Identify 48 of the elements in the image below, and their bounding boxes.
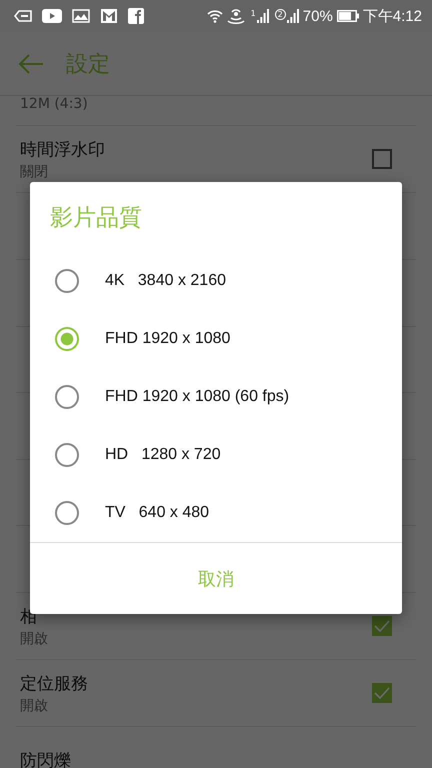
- signal-icon: [256, 9, 269, 23]
- check-icon: [374, 620, 390, 632]
- sim-number: 1: [250, 9, 256, 18]
- setting-row[interactable]: 12M (4:3): [16, 96, 416, 126]
- radio-option[interactable]: HD 1280 x 720: [30, 426, 402, 484]
- mail-icon: [100, 8, 118, 24]
- setting-title: 防閃爍: [20, 750, 71, 768]
- play-icon: [42, 9, 62, 23]
- radio-button[interactable]: [55, 327, 79, 351]
- radio-button[interactable]: [55, 385, 79, 409]
- clock: 下午4:12: [362, 6, 422, 26]
- setting-value: 關閉: [20, 162, 49, 180]
- check-icon: [374, 687, 390, 699]
- setting-row[interactable]: 定位服務 開啟: [16, 660, 416, 727]
- wifi-icon: [206, 8, 223, 24]
- radio-option[interactable]: FHD 1920 x 1080: [30, 310, 402, 368]
- option-label: TV 640 x 480: [105, 504, 210, 522]
- tag-icon: [14, 10, 32, 22]
- radio-option[interactable]: TV 640 x 480: [30, 484, 402, 542]
- dialog-title: 影片品質: [49, 204, 143, 233]
- sim-number: 2: [274, 9, 286, 20]
- battery-icon: [336, 10, 359, 22]
- option-label: FHD 1920 x 1080: [105, 330, 230, 348]
- toolbar-title: 設定: [66, 50, 110, 78]
- hotspot-icon: [226, 8, 245, 24]
- radio-button[interactable]: [55, 501, 79, 525]
- checkbox[interactable]: [372, 683, 392, 703]
- radio-button[interactable]: [55, 269, 79, 293]
- option-label: 4K 3840 x 2160: [105, 272, 226, 290]
- setting-row[interactable]: 防閃爍: [16, 727, 416, 768]
- square-logo-icon: [128, 8, 144, 24]
- battery-percent: 70%: [302, 8, 333, 24]
- checkbox[interactable]: [372, 149, 392, 169]
- option-label: HD 1280 x 720: [105, 446, 221, 464]
- radio-option[interactable]: FHD 1920 x 1080 (60 fps): [30, 368, 402, 426]
- setting-value: 開啟: [20, 696, 49, 714]
- radio-option[interactable]: 4K 3840 x 2160: [30, 252, 402, 310]
- back-arrow-icon: [18, 54, 44, 74]
- back-button[interactable]: [18, 54, 44, 74]
- option-label: FHD 1920 x 1080 (60 fps): [105, 388, 290, 406]
- image-icon: [72, 9, 90, 23]
- signal-icon: [286, 9, 299, 23]
- setting-value: 開啟: [20, 630, 48, 648]
- setting-title: 時間浮水印: [20, 138, 105, 160]
- radio-button[interactable]: [55, 443, 79, 467]
- checkbox[interactable]: [372, 616, 392, 636]
- setting-title: 定位服務: [20, 672, 88, 694]
- setting-value: 12M (4:3): [20, 96, 88, 112]
